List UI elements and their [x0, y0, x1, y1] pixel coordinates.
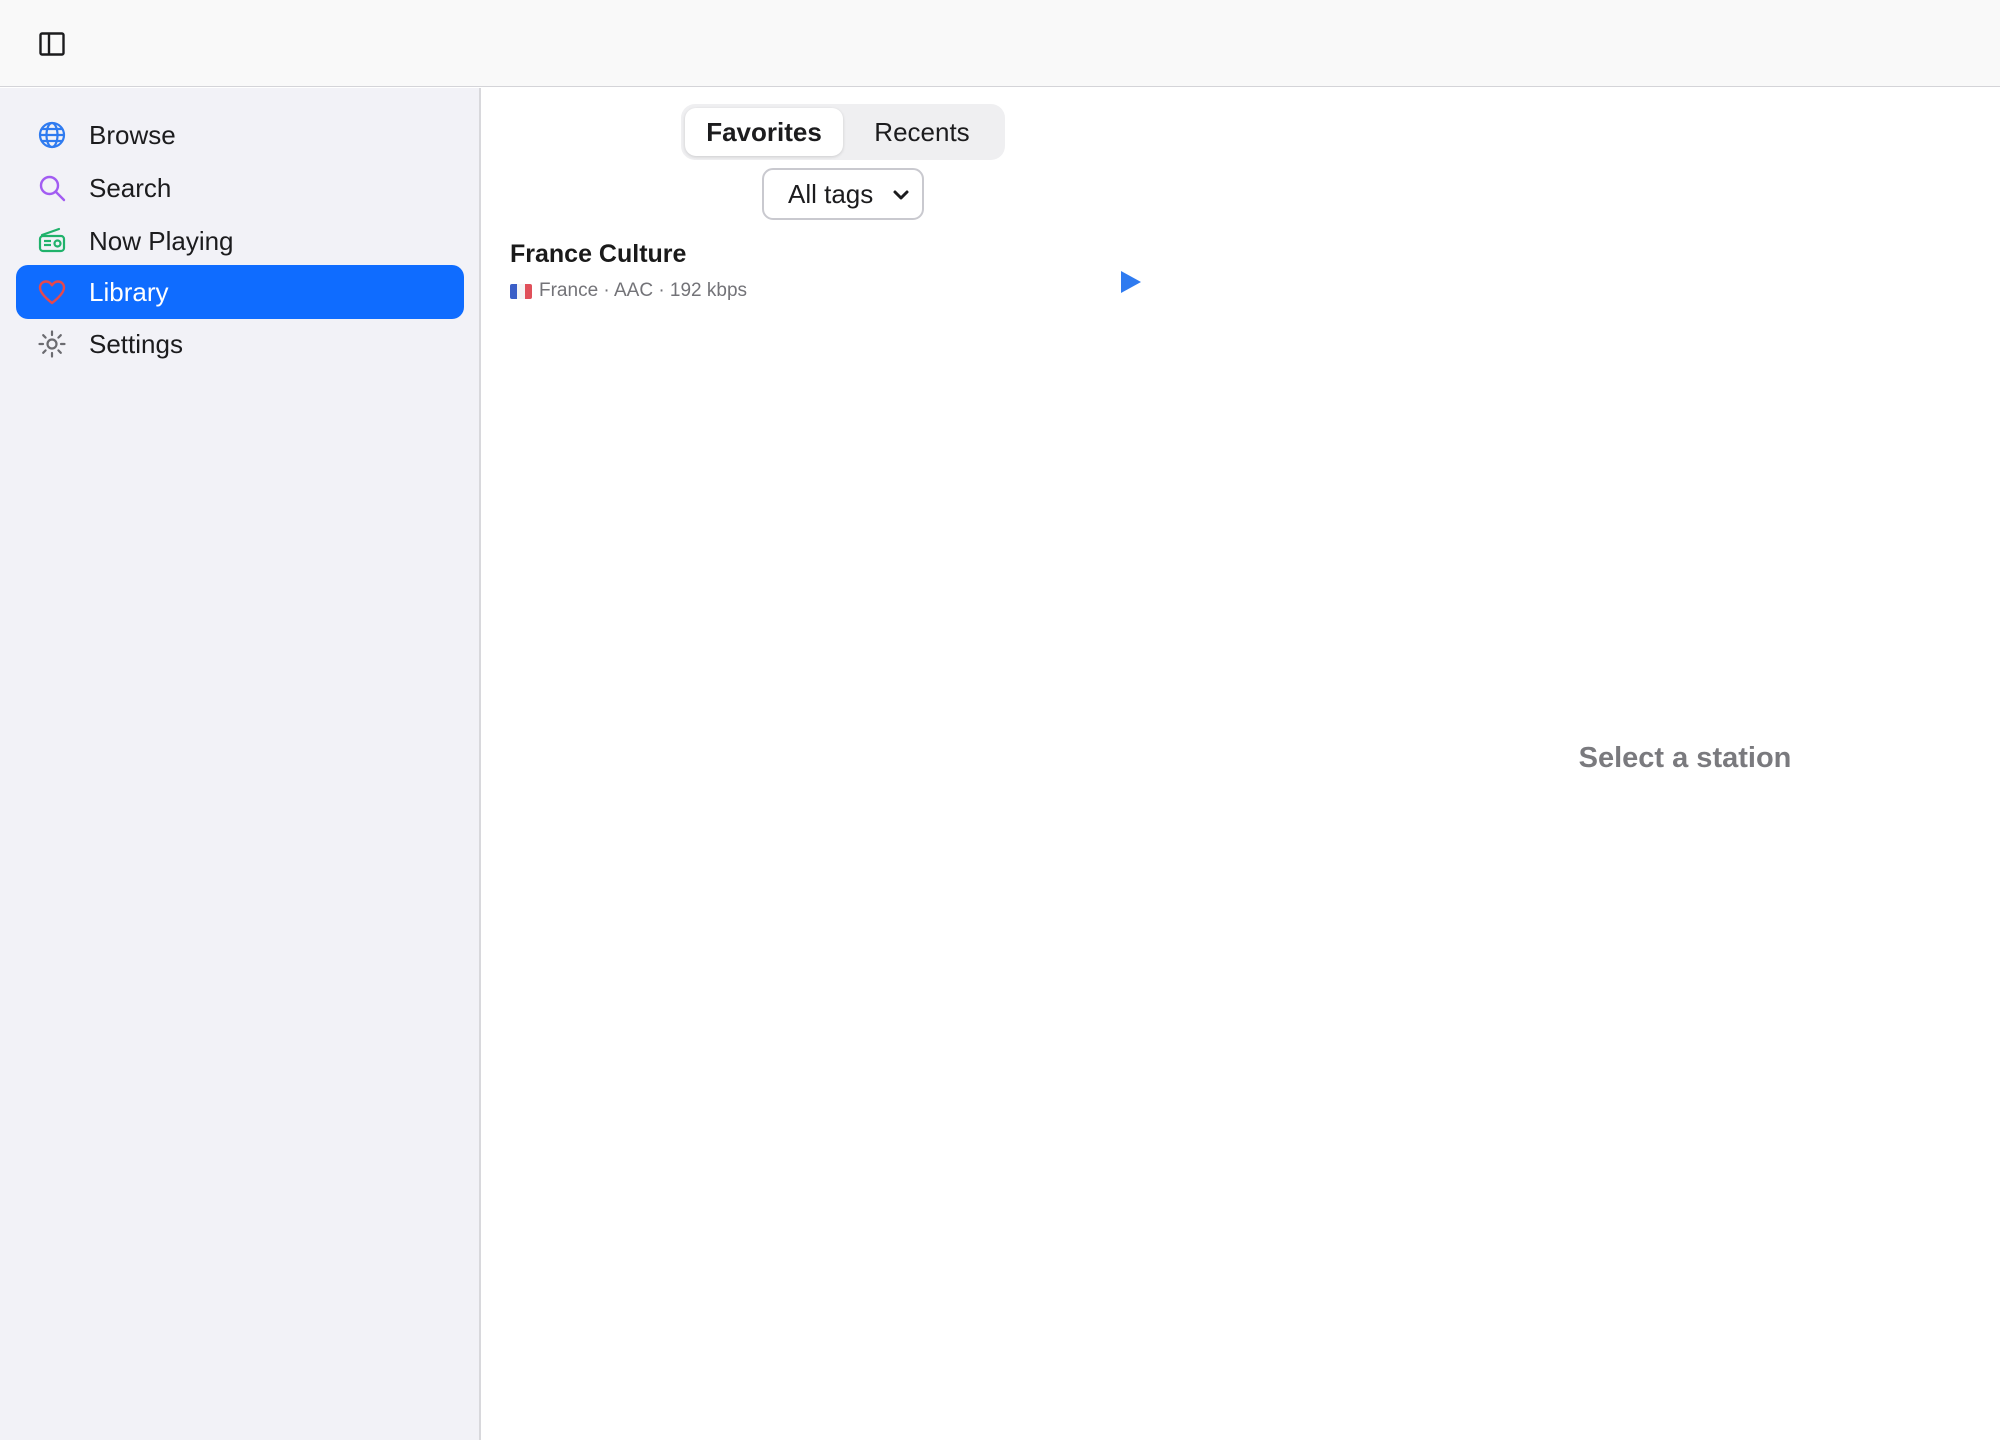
sidebar-item-library[interactable]: Library [16, 265, 464, 319]
title-bar [0, 0, 2000, 87]
sidebar: Browse Search Now Playing Library Settin… [0, 88, 481, 1440]
sidebar-item-label: Settings [89, 328, 183, 359]
globe-icon [36, 119, 68, 151]
station-details: France · AAC · 192 kbps [539, 280, 748, 301]
sidebar-item-label: Now Playing [89, 225, 234, 256]
station-meta: France · AAC · 192 kbps [510, 280, 747, 302]
sidebar-toggle-icon[interactable] [34, 28, 70, 60]
tab-favorites[interactable]: Favorites [685, 108, 843, 156]
sidebar-item-label: Library [89, 276, 169, 307]
detail-empty-state: Select a station [1578, 742, 1792, 774]
search-icon [36, 172, 68, 204]
library-segmented-control: Favorites Recents [681, 104, 1005, 160]
tag-filter-value: All tags [788, 178, 874, 209]
sidebar-item-label: Search [89, 172, 172, 203]
sidebar-item-settings[interactable]: Settings [16, 317, 464, 371]
flag-france-icon [510, 283, 532, 299]
play-icon [1121, 271, 1141, 293]
tab-recents[interactable]: Recents [843, 108, 1001, 156]
gear-icon [36, 328, 68, 360]
play-button[interactable] [1115, 266, 1145, 298]
library-panel: Favorites Recents All tags France Cultur… [483, 88, 2000, 1440]
chevron-down-icon [893, 190, 909, 200]
station-row[interactable]: France Culture France · AAC · 192 kbps [510, 240, 1170, 310]
tag-filter-select[interactable]: All tags [762, 168, 924, 220]
sidebar-item-search[interactable]: Search [16, 161, 464, 215]
sidebar-item-now-playing[interactable]: Now Playing [16, 214, 464, 268]
sidebar-item-browse[interactable]: Browse [16, 108, 464, 162]
sidebar-item-label: Browse [89, 119, 176, 150]
radio-icon [36, 225, 68, 257]
station-name: France Culture [510, 240, 687, 268]
heart-icon [36, 276, 68, 308]
